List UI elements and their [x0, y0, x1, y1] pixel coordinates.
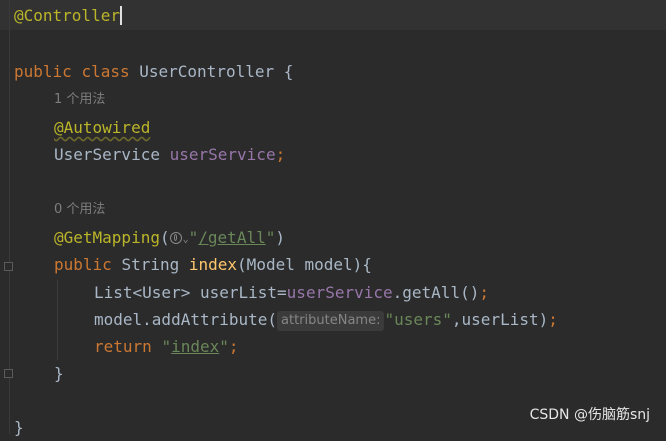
code-line-13[interactable]: return "index";: [94, 333, 239, 360]
return-type: String: [121, 255, 180, 274]
semicolon: ;: [479, 283, 489, 302]
field-reference: userService: [286, 283, 393, 302]
close-brace: }: [54, 364, 64, 383]
quote: ": [161, 337, 172, 356]
code-line-16[interactable]: }: [14, 414, 24, 441]
call-args: ,userList): [451, 310, 549, 329]
method-call: model.addAttribute(: [94, 310, 278, 329]
semicolon: ;: [275, 145, 286, 164]
keyword-class: class: [81, 62, 130, 81]
autowired-annotation: @Autowired: [54, 118, 151, 137]
semicolon: ;: [548, 310, 558, 329]
text-caret: [119, 6, 122, 25]
code-line-9[interactable]: @GetMapping(⌄"/getAll"): [54, 224, 285, 251]
code-line-12[interactable]: model.addAttribute(attributeName: "users"…: [94, 306, 558, 333]
fold-marker-method-start[interactable]: [4, 262, 13, 271]
close-brace: }: [14, 418, 24, 437]
code-line-3[interactable]: public class UserController {: [14, 58, 293, 85]
code-line-10[interactable]: public String index(Model model){: [54, 251, 372, 278]
keyword-public: public: [14, 62, 72, 81]
watermark: CSDN @伤脑筋snj: [529, 407, 650, 423]
mapping-path-link[interactable]: /getAll: [198, 228, 265, 247]
keyword-public: public: [54, 255, 112, 274]
class-name: UserController: [139, 62, 275, 81]
code-line-11[interactable]: List<User> userList=userService.getAll()…: [94, 279, 489, 306]
keyword-return: return: [94, 337, 152, 356]
parameter-hint: attributeName:: [277, 311, 385, 331]
string-literal: "users": [384, 310, 452, 329]
method-call: .getAll(): [392, 283, 480, 302]
usage-hint-2[interactable]: 0 个用法: [54, 200, 105, 220]
code-line-1[interactable]: @Controller: [14, 2, 122, 29]
code-editor[interactable]: @Controller public class UserController …: [0, 0, 666, 437]
getmapping-annotation: @GetMapping: [54, 228, 160, 247]
view-name-link[interactable]: index: [171, 337, 219, 356]
code-line-5[interactable]: @Autowired: [54, 114, 150, 141]
open-brace: {: [283, 62, 294, 81]
local-var: userList=: [199, 283, 287, 302]
quote: ": [265, 228, 276, 247]
list-type: List<User>: [94, 283, 191, 302]
field-name: userService: [169, 145, 276, 164]
method-params: (Model model){: [237, 255, 372, 274]
quote: ": [188, 228, 199, 247]
globe-icon[interactable]: [169, 232, 182, 244]
field-type: UserService: [54, 145, 160, 164]
code-line-6[interactable]: UserService userService;: [54, 141, 285, 168]
semicolon: ;: [228, 337, 239, 356]
close-paren: ): [275, 228, 285, 247]
quote: ": [219, 337, 229, 356]
controller-annotation: @Controller: [14, 6, 120, 25]
usage-hint-1[interactable]: 1 个用法: [54, 90, 105, 110]
fold-marker-method-end[interactable]: [4, 369, 13, 378]
open-paren: (: [159, 228, 170, 247]
indent-guide: [57, 280, 58, 360]
method-name: index: [188, 255, 238, 274]
code-line-14[interactable]: }: [54, 360, 64, 387]
